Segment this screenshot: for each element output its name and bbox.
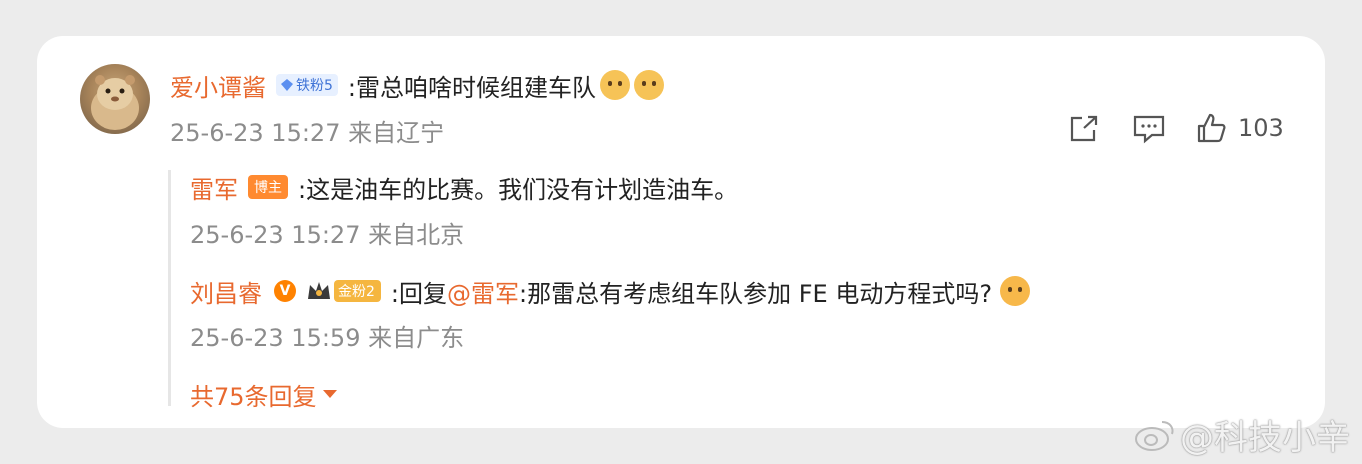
share-icon [1070, 115, 1098, 142]
doge-emoji-icon [634, 70, 665, 100]
reply-header: 雷军 博主 :这是油车的比赛。我们没有计划造油车。 [190, 170, 739, 205]
reply-text: :这是油车的比赛。我们没有计划造油车。 [298, 175, 739, 204]
reply-header: 刘昌睿 V 金粉2 :回复 @雷军 :那雷总有考虑组车队参加 FE 电动方程式吗… [190, 274, 1031, 309]
reply-username[interactable]: 雷军 [190, 170, 238, 205]
hamster-avatar-icon [91, 75, 139, 130]
blogger-badge: 博主 [248, 175, 288, 199]
comment-icon [1133, 115, 1165, 144]
verified-badge: V [274, 280, 296, 302]
comment-username[interactable]: 爱小谭酱 [170, 68, 266, 103]
watermark: @科技小辛 [1134, 410, 1350, 459]
reply-prefix: :回复 [390, 279, 448, 308]
more-replies-link[interactable]: 共75条回复 [190, 379, 337, 411]
user-avatar[interactable] [80, 64, 150, 134]
mention-link[interactable]: @雷军 [447, 274, 519, 309]
gold-fan-badge: 金粉2 [334, 280, 381, 302]
comment-button[interactable] [1132, 114, 1166, 144]
comment-meta: 25-6-23 15:27 来自辽宁 [170, 118, 445, 147]
crown-icon [306, 279, 332, 303]
diamond-icon [281, 79, 293, 91]
more-replies-label: 共75条回复 [190, 382, 317, 411]
doge-emoji-icon [600, 70, 631, 100]
like-button[interactable]: 103 [1196, 112, 1284, 144]
reply-thread-line [168, 170, 171, 406]
share-button[interactable] [1068, 114, 1100, 144]
like-icon [1197, 113, 1226, 143]
reply-meta: 25-6-23 15:27 来自北京 [190, 220, 465, 249]
emoji-icon [1000, 276, 1031, 306]
reply-meta: 25-6-23 15:59 来自广东 [190, 323, 465, 352]
like-count: 103 [1238, 114, 1284, 142]
comment-text: :雷总咱啥时候组建车队 [347, 73, 597, 102]
reply-text: :那雷总有考虑组车队参加 FE 电动方程式吗? [519, 279, 993, 308]
watermark-text: @科技小辛 [1180, 418, 1350, 458]
reply-username[interactable]: 刘昌睿 [190, 274, 262, 309]
comment-header: 爱小谭酱 铁粉5 :雷总咱啥时候组建车队 [170, 68, 665, 103]
fan-badge-label: 铁粉5 [296, 78, 333, 94]
caret-down-icon [322, 390, 337, 398]
weibo-logo-icon [1135, 420, 1174, 451]
fan-badge[interactable]: 铁粉5 [276, 74, 338, 96]
